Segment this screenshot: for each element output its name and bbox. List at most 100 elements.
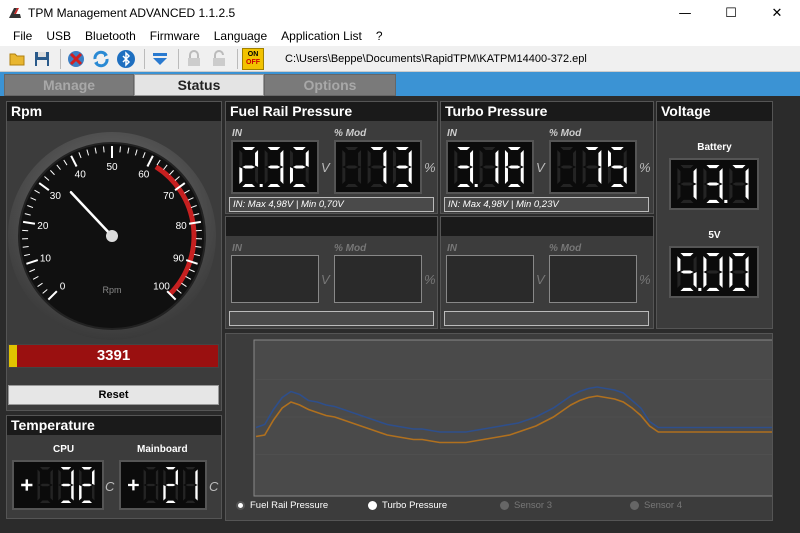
lcd-digit <box>143 467 159 503</box>
bluetooth-button[interactable] <box>115 48 137 70</box>
decimal-point <box>724 199 728 203</box>
turbo-info-bar: IN: Max 4,98V | Min 0,23V <box>444 197 649 212</box>
open-folder-button[interactable] <box>6 48 28 70</box>
mainboard-label: Mainboard <box>137 444 188 455</box>
chart-panel <box>225 333 773 521</box>
menu-bar: File USB Bluetooth Firmware Language App… <box>0 26 800 46</box>
fuel-mod-label: % Mod <box>334 128 367 139</box>
gauge-tick-label: 100 <box>153 281 170 292</box>
menu-help[interactable]: ? <box>369 29 390 43</box>
unlock-button[interactable] <box>208 48 230 70</box>
download-button[interactable] <box>149 48 171 70</box>
gauge-tick-label: 60 <box>138 170 150 181</box>
temperature-title: Temperature <box>7 416 221 435</box>
app-logo-icon <box>9 8 21 18</box>
maximize-button[interactable]: ☐ <box>708 0 754 26</box>
menu-application-list[interactable]: Application List <box>274 29 369 43</box>
chart-legend: Fuel Rail Pressure Turbo Pressure Sensor… <box>236 500 796 516</box>
rpm-title: Rpm <box>7 102 221 121</box>
radio-icon <box>630 501 639 510</box>
mainboard-temp-digits <box>128 467 198 503</box>
legend-turbo-pressure[interactable]: Turbo Pressure <box>368 500 447 511</box>
gauge-unit-label: Rpm <box>102 285 121 295</box>
tab-status[interactable]: Status <box>134 74 264 96</box>
mainboard-temp-display <box>119 460 207 510</box>
legend-label: Turbo Pressure <box>382 500 448 511</box>
menu-file[interactable]: File <box>6 29 39 43</box>
lcd-digit <box>703 253 723 291</box>
minimize-button[interactable]: — <box>662 0 708 26</box>
legend-sensor-4[interactable]: Sensor 4 <box>630 500 682 511</box>
legend-fuel-rail-pressure[interactable]: Fuel Rail Pressure <box>236 500 328 511</box>
5v-display <box>669 246 759 298</box>
turbo-mod-label: % Mod <box>549 128 582 139</box>
decimal-point <box>259 184 263 187</box>
menu-usb[interactable]: USB <box>39 29 78 43</box>
tab-options[interactable]: Options <box>264 74 396 96</box>
legend-sensor-3[interactable]: Sensor 3 <box>500 500 552 511</box>
on-off-button[interactable]: ON OFF <box>242 47 264 70</box>
rpm-value-bar: 3391 <box>8 344 219 368</box>
lcd-digit <box>342 147 362 187</box>
rpm-value: 3391 <box>96 347 131 364</box>
sensor4-mod-unit: % <box>639 272 651 287</box>
unlock-icon <box>213 49 225 66</box>
decimal-point <box>698 287 702 291</box>
gauge-tick <box>119 146 121 153</box>
sensor4-title <box>441 217 653 236</box>
gauge-tick-label: 10 <box>40 254 52 265</box>
lcd-digit <box>183 467 198 503</box>
turbo-title: Turbo Pressure <box>441 102 653 121</box>
gauge-tick-label: 20 <box>37 221 49 232</box>
voltage-panel: Voltage Battery 5V <box>656 101 773 329</box>
toolbar-separator <box>178 48 179 69</box>
lcd-digit <box>37 467 53 503</box>
disconnect-button[interactable] <box>65 48 87 70</box>
gauge-hub <box>106 230 118 242</box>
lcd-digit <box>163 467 178 503</box>
sensor3-panel: IN % Mod V % <box>225 216 438 329</box>
refresh-button[interactable] <box>90 48 112 70</box>
radio-icon <box>368 501 377 510</box>
turbo-mod-unit: % <box>639 160 651 175</box>
turbo-in-unit: V <box>536 160 545 175</box>
toolbar-separator <box>60 48 61 69</box>
fuel-info-bar: IN: Max 4,98V | Min 0,70V <box>229 197 434 212</box>
cpu-temp-display <box>12 460 104 510</box>
turbo-mod-display <box>549 140 637 194</box>
close-button[interactable]: ✕ <box>754 0 800 26</box>
fuel-in-digits <box>239 147 309 187</box>
sensor4-in-label: IN <box>447 243 457 254</box>
sensor4-panel: IN % Mod V % <box>440 216 654 329</box>
lock-icon <box>188 49 200 66</box>
toolbar-separator <box>237 48 238 69</box>
lcd-digit <box>367 147 387 187</box>
toolbar: ON OFF C:\Users\Beppe\Documents\RapidTPM… <box>0 46 800 72</box>
turbo-in-label: IN <box>447 128 457 139</box>
rpm-gauge: 0 10 20 30 40 50 60 70 80 90 100 Rpm <box>8 132 216 340</box>
cpu-temp-unit: C <box>105 479 115 494</box>
gauge-tick-label: 90 <box>173 254 185 265</box>
lcd-digit <box>504 147 524 187</box>
turbo-in-digits <box>454 147 524 187</box>
bluetooth-icon <box>117 49 135 68</box>
battery-digits <box>677 165 749 203</box>
fuel-mod-unit: % <box>424 160 436 175</box>
chart-plot-area <box>253 339 772 497</box>
lock-button[interactable] <box>183 48 205 70</box>
menu-bluetooth[interactable]: Bluetooth <box>78 29 143 43</box>
gauge-tick-label: 0 <box>60 281 66 292</box>
reset-button[interactable]: Reset <box>8 385 219 405</box>
menu-firmware[interactable]: Firmware <box>143 29 207 43</box>
save-button[interactable] <box>31 48 53 70</box>
fuel-rail-title: Fuel Rail Pressure <box>226 102 437 121</box>
fuel-mod-digits <box>342 147 412 187</box>
legend-label: Fuel Rail Pressure <box>250 500 329 511</box>
tab-manage[interactable]: Manage <box>4 74 134 96</box>
radio-icon <box>500 501 509 510</box>
toolbar-separator <box>144 48 145 69</box>
gauge-tick-label: 70 <box>163 191 175 202</box>
sensor3-in-label: IN <box>232 243 242 254</box>
lcd-digit <box>677 165 697 203</box>
menu-language[interactable]: Language <box>207 29 274 43</box>
